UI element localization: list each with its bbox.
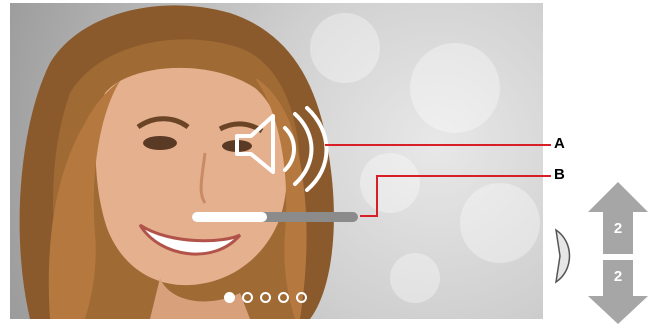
arrow-up-icon (588, 182, 648, 254)
side-panel-tab[interactable] (552, 228, 576, 284)
callout-line-b-bottom (360, 215, 378, 217)
bokeh-light (460, 183, 540, 263)
volume-slider-fill (192, 212, 267, 222)
page-indicator (224, 292, 307, 303)
bokeh-light (410, 43, 500, 133)
page-dot[interactable] (296, 292, 307, 303)
scroll-up-label: 2 (613, 220, 623, 237)
volume-slider[interactable] (192, 212, 358, 222)
callout-line-b-top (378, 175, 551, 177)
callout-line-a (325, 144, 551, 146)
page-dot[interactable] (242, 292, 253, 303)
bokeh-light (390, 253, 440, 303)
video-screen (10, 3, 543, 319)
chevron-right-icon (554, 228, 571, 284)
speaker-volume-icon (235, 106, 329, 192)
page-dot[interactable] (260, 292, 271, 303)
page-dot[interactable] (224, 292, 235, 303)
scroll-down-label: 2 (613, 268, 623, 285)
callout-label-a: A (554, 135, 565, 152)
callout-line-b-vertical (376, 175, 378, 217)
scroll-down-button[interactable]: 2 (588, 260, 648, 324)
scroll-up-button[interactable]: 2 (588, 182, 648, 254)
page-dot[interactable] (278, 292, 289, 303)
callout-label-b: B (554, 166, 565, 183)
